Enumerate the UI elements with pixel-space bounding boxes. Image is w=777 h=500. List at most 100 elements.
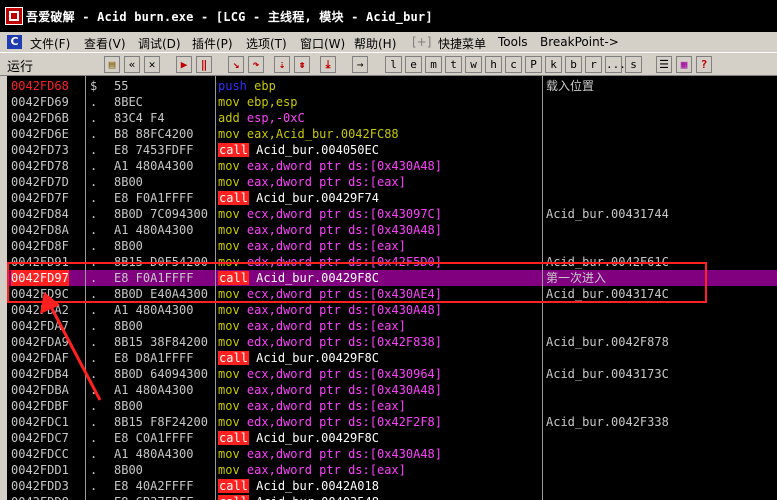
operands: Acid_bur.00403548	[256, 495, 379, 500]
mnemonic: mov	[218, 447, 240, 461]
disasm-row[interactable]: 0042FDD8. E8 6B37FDFF call Acid_bur.004035…	[7, 494, 777, 500]
disasm-row[interactable]: 0042FDCC. A1 480A4300 mov eax,dword ptr ds…	[7, 446, 777, 462]
help-icon[interactable]: ?	[696, 56, 712, 73]
disasm-row[interactable]: 0042FDB4. 8B0D 64094300 mov ecx,dword ptr …	[7, 366, 777, 382]
menu-options[interactable]: 选项(T)	[246, 35, 287, 52]
open-icon[interactable]: ▤	[104, 56, 120, 73]
disasm-row[interactable]: 0042FDBA. A1 480A4300 mov eax,dword ptr ds…	[7, 382, 777, 398]
operands: esp,-0xC	[246, 111, 305, 125]
disasm-row[interactable]: 0042FDAF. E8 D8A1FFFF call Acid_bur.00429F…	[7, 350, 777, 366]
address-cell: 0042FDBF	[11, 399, 69, 413]
trace-into-icon[interactable]: ⇣	[274, 56, 290, 73]
app-logo-icon[interactable]	[5, 7, 23, 25]
address-cell: 0042FD84	[11, 207, 69, 221]
disasm-row[interactable]: 0042FDD1. 8B00 mov eax,dword ptr ds:[eax]	[7, 462, 777, 478]
window-handles-button[interactable]: h	[485, 56, 502, 73]
hex-dump-cell: A1 480A4300	[114, 383, 194, 397]
disasm-row[interactable]: 0042FD7F. E8 F0A1FFFF call Acid_bur.00429F…	[7, 190, 777, 206]
operands: eax,dword ptr ds:[eax]	[246, 463, 406, 477]
window-log-button[interactable]: l	[385, 56, 402, 73]
menu-help[interactable]: 帮助(H)	[354, 35, 396, 52]
grid-icon[interactable]: ▦	[676, 56, 692, 73]
disasm-row[interactable]: 0042FD6E. B8 88FC4200 mov eax,Acid_bur.004…	[7, 126, 777, 142]
trace-over-icon[interactable]: ⇟	[294, 56, 310, 73]
window-cpu-button[interactable]: c	[505, 56, 522, 73]
menu-tools[interactable]: Tools	[498, 35, 528, 49]
marker-cell: .	[90, 207, 98, 221]
cpu-window-icon[interactable]: C	[7, 35, 22, 49]
disasm-row[interactable]: 0042FDC1. 8B15 F8F24200 mov edx,dword ptr …	[7, 414, 777, 430]
address-cell: 0042FD7D	[11, 175, 69, 189]
address-cell: 0042FD8F	[11, 239, 69, 253]
disasm-row[interactable]: 0042FD69. 8BEC mov ebp,esp	[7, 94, 777, 110]
marker-cell: .	[90, 335, 98, 349]
menu-view[interactable]: 查看(V)	[84, 35, 126, 52]
operands: edx,dword ptr ds:[0x42F2F8]	[246, 415, 442, 429]
instruction-cell: mov ecx,dword ptr ds:[0x43097C]	[218, 206, 544, 222]
window-source-button[interactable]: s	[625, 56, 642, 73]
execute-till-return-icon[interactable]: ⤓	[320, 56, 336, 73]
address-cell: 0042FD8A	[11, 223, 69, 237]
menu-debug[interactable]: 调试(D)	[138, 35, 181, 52]
operands: ecx,dword ptr ds:[0x430964]	[246, 367, 442, 381]
hex-dump-cell: 8B00	[114, 239, 143, 253]
pause-icon[interactable]: ‖	[196, 56, 212, 73]
address-cell: 0042FDBA	[11, 383, 69, 397]
disasm-row[interactable]: 0042FDA2. A1 480A4300 mov eax,dword ptr ds…	[7, 302, 777, 318]
instruction-cell: call Acid_bur.00429F74	[218, 190, 544, 206]
instruction-cell: mov eax,dword ptr ds:[eax]	[218, 462, 544, 478]
instruction-cell: call Acid_bur.00429F8C	[218, 430, 544, 446]
disasm-row[interactable]: 0042FD8F. 8B00 mov eax,dword ptr ds:[eax]	[7, 238, 777, 254]
operands: eax,dword ptr ds:[0x430A48]	[246, 159, 442, 173]
menu-window[interactable]: 窗口(W)	[300, 35, 345, 52]
close-icon[interactable]: ✕	[144, 56, 160, 73]
mnemonic: mov	[218, 303, 240, 317]
operands: Acid_bur.00429F8C	[256, 431, 379, 445]
menu-breakpoint[interactable]: BreakPoint->	[540, 35, 619, 49]
mnemonic: call	[218, 191, 249, 205]
address-cell: 0042FD6E	[11, 127, 69, 141]
window-references-button[interactable]: r	[585, 56, 602, 73]
menu-file[interactable]: 文件(F)	[30, 35, 70, 52]
marker-cell: .	[90, 415, 98, 429]
disasm-row[interactable]: 0042FD84. 8B0D 7C094300 mov ecx,dword ptr …	[7, 206, 777, 222]
address-cell: 0042FD73	[11, 143, 69, 157]
disasm-row[interactable]: 0042FD73. E8 7453FDFF call Acid_bur.004050…	[7, 142, 777, 158]
disasm-row[interactable]: 0042FDD3. E8 40A2FFFF call Acid_bur.0042A0…	[7, 478, 777, 494]
menu-expand[interactable]: [+]	[412, 35, 431, 49]
mnemonic: mov	[218, 399, 240, 413]
window-breakpoints-button[interactable]: b	[565, 56, 582, 73]
disasm-row[interactable]: 0042FD6B. 83C4 F4 add esp,-0xC	[7, 110, 777, 126]
marker-cell: .	[90, 191, 98, 205]
window-callstack-button[interactable]: k	[545, 56, 562, 73]
window-windows-button[interactable]: w	[465, 56, 482, 73]
step-into-icon[interactable]: ↘	[228, 56, 244, 73]
window-memory-button[interactable]: m	[425, 56, 442, 73]
mnemonic: mov	[218, 159, 240, 173]
disasm-row[interactable]: 0042FDBF. 8B00 mov eax,dword ptr ds:[eax]	[7, 398, 777, 414]
disasm-row[interactable]: 0042FDC7. E8 C0A1FFFF call Acid_bur.00429F…	[7, 430, 777, 446]
disasm-row[interactable]: 0042FDA7. 8B00 mov eax,dword ptr ds:[eax]	[7, 318, 777, 334]
window-runtrace-button[interactable]: ...	[605, 56, 626, 73]
instruction-cell: mov ecx,dword ptr ds:[0x430964]	[218, 366, 544, 382]
operands: Acid_bur.0042A018	[256, 479, 379, 493]
marker-cell: .	[90, 383, 98, 397]
menu-shortcut[interactable]: 快捷菜单	[438, 35, 486, 52]
mnemonic: add	[218, 111, 240, 125]
window-executable-button[interactable]: e	[405, 56, 422, 73]
marker-cell: .	[90, 127, 98, 141]
window-threads-button[interactable]: t	[445, 56, 462, 73]
disasm-row[interactable]: 0042FD8A. A1 480A4300 mov eax,dword ptr ds…	[7, 222, 777, 238]
disasm-row[interactable]: 0042FD78. A1 480A4300 mov eax,dword ptr ds…	[7, 158, 777, 174]
window-patches-button[interactable]: P	[525, 56, 542, 73]
list-icon[interactable]: ☰	[656, 56, 672, 73]
rewind-icon[interactable]: «	[124, 56, 140, 73]
address-cell: 0042FDC1	[11, 415, 69, 429]
menu-plugins[interactable]: 插件(P)	[192, 35, 233, 52]
disasm-row[interactable]: 0042FD68 $55 push ebp 载入位置	[7, 78, 777, 94]
goto-icon[interactable]: →	[352, 56, 368, 73]
disasm-row[interactable]: 0042FDA9. 8B15 38F84200 mov edx,dword ptr …	[7, 334, 777, 350]
step-over-icon[interactable]: ↷	[248, 56, 264, 73]
disasm-row[interactable]: 0042FD7D. 8B00 mov eax,dword ptr ds:[eax]	[7, 174, 777, 190]
run-icon[interactable]: ▶	[176, 56, 192, 73]
